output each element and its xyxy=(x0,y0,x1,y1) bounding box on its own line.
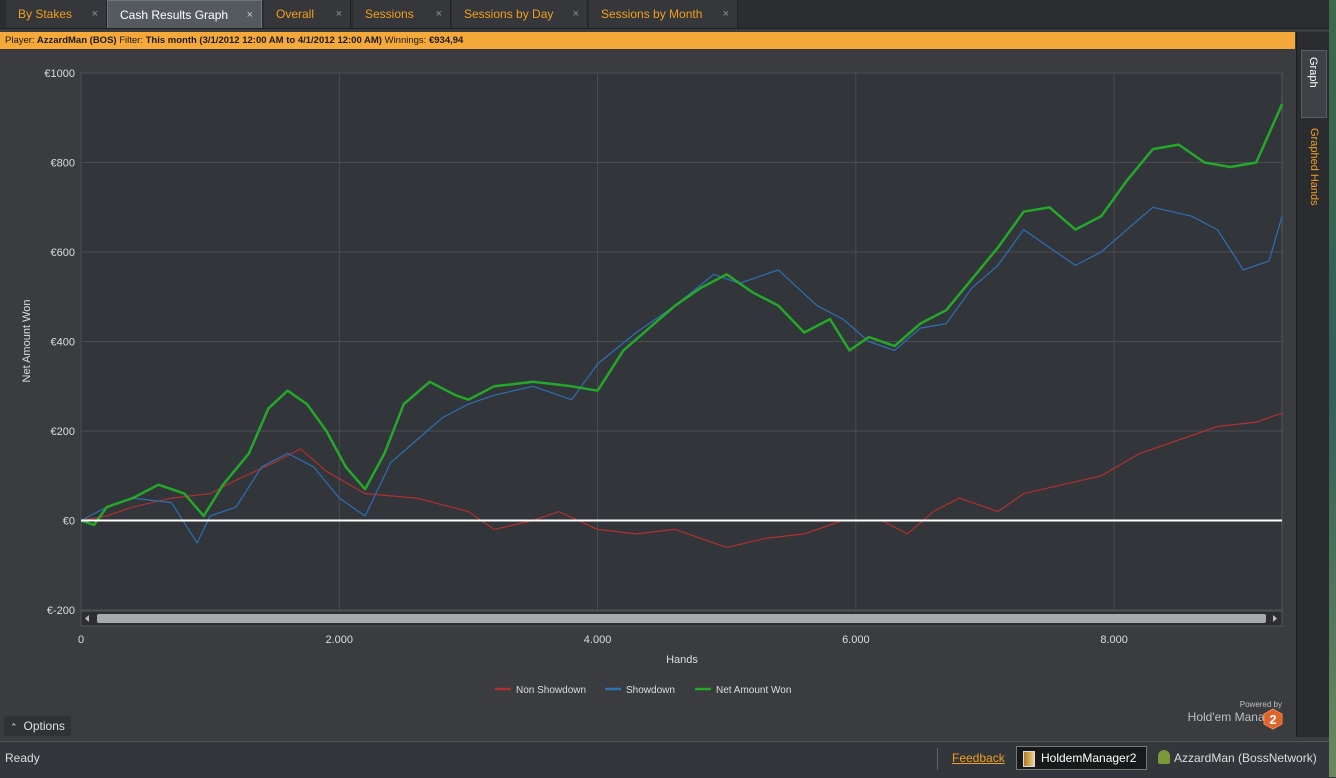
winnings-value: €934,94 xyxy=(428,35,464,46)
y-tick-label: €0 xyxy=(63,516,75,528)
close-icon[interactable]: × xyxy=(436,0,442,28)
tab-label: Sessions xyxy=(365,7,414,21)
x-tick-label: 0 xyxy=(78,634,84,646)
filter-value: This month (3/1/2012 12:00 AM to 4/1/201… xyxy=(145,35,382,46)
y-tick-label: €600 xyxy=(51,247,75,259)
desktop-edge xyxy=(1329,0,1336,777)
tab-label: Overall xyxy=(276,7,315,21)
filter-label: Filter: xyxy=(119,35,143,46)
tab-by-stakes[interactable]: By Stakes × xyxy=(6,0,107,28)
close-icon[interactable]: × xyxy=(723,0,729,28)
close-icon[interactable]: × xyxy=(92,0,98,28)
user-label: AzzardMan (BossNetwork) xyxy=(1174,751,1317,765)
options-label: Options xyxy=(23,719,65,733)
user-indicator[interactable]: AzzardMan (BossNetwork) xyxy=(1158,750,1317,765)
badge-text: 2 xyxy=(1269,712,1276,727)
x-axis-title: Hands xyxy=(666,654,698,666)
app-taskbar-button[interactable]: HoldemManager2 xyxy=(1016,746,1147,770)
x-tick-label: 6.000 xyxy=(842,634,870,646)
chart-scrollbar[interactable] xyxy=(80,610,1283,627)
filter-bar: Player: AzzardMan (BOS) Filter: This mon… xyxy=(0,32,1295,49)
tab-cash-results-graph[interactable]: Cash Results Graph × xyxy=(107,0,262,28)
x-tick-label: 2.000 xyxy=(326,634,354,646)
legend-label: Net Amount Won xyxy=(716,685,791,696)
options-button[interactable]: ⌃ Options xyxy=(4,716,71,736)
hm2-logo-icon: 2 xyxy=(1263,708,1283,730)
chart-legend: Non Showdown Showdown Net Amount Won xyxy=(495,685,791,696)
chevron-up-icon: ⌃ xyxy=(10,722,18,732)
close-icon[interactable]: × xyxy=(247,1,253,29)
tab-sessions[interactable]: Sessions × xyxy=(353,0,451,28)
tab-label: By Stakes xyxy=(18,7,73,21)
close-icon[interactable]: × xyxy=(336,0,342,28)
status-divider xyxy=(937,748,938,770)
y-axis-title: Net Amount Won xyxy=(21,300,33,383)
winnings-label: Winnings: xyxy=(384,35,427,46)
results-chart: €-200 €0 €200 €400 €600 €800 €1000 0 2.000 4.000… xyxy=(0,49,1295,737)
tab-bar: By Stakes × Cash Results Graph × Overall × … xyxy=(0,0,1336,29)
scrollbar-thumb[interactable] xyxy=(97,614,1266,623)
tab-sessions-by-month[interactable]: Sessions by Month × xyxy=(589,0,738,28)
y-tick-label: €1000 xyxy=(44,68,75,80)
holdem-manager-icon xyxy=(1023,751,1035,767)
side-tab-graphed-hands[interactable]: Graphed Hands xyxy=(1301,122,1327,242)
legend-label: Non Showdown xyxy=(516,685,586,696)
player-name: AzzardMan (BOS) xyxy=(36,35,117,46)
tab-sessions-by-day[interactable]: Sessions by Day × xyxy=(452,0,588,28)
chart-svg: €-200 €0 €200 €400 €600 €800 €1000 0 2.000 4.000… xyxy=(21,68,1284,696)
x-tick-label: 4.000 xyxy=(584,634,612,646)
tab-overall[interactable]: Overall × xyxy=(264,0,351,28)
y-tick-label: €-200 xyxy=(47,605,75,617)
status-bar: Ready Feedback HoldemManager2 AzzardMan … xyxy=(0,741,1336,778)
y-tick-label: €800 xyxy=(51,158,75,170)
y-tick-label: €400 xyxy=(51,337,75,349)
legend-label: Showdown xyxy=(626,685,675,696)
side-tab-graph[interactable]: Graph xyxy=(1301,50,1327,118)
tab-label: Sessions by Month xyxy=(601,7,703,21)
status-text: Ready xyxy=(5,751,40,765)
x-tick-label: 8.000 xyxy=(1100,634,1128,646)
player-label: Player: xyxy=(5,35,35,46)
user-icon xyxy=(1158,750,1170,764)
app-label: HoldemManager2 xyxy=(1041,751,1137,765)
tab-label: Cash Results Graph xyxy=(120,8,229,22)
close-icon[interactable]: × xyxy=(573,0,579,28)
tab-label: Sessions by Day xyxy=(464,7,554,21)
feedback-link[interactable]: Feedback xyxy=(952,751,1005,765)
y-tick-label: €200 xyxy=(51,426,75,438)
